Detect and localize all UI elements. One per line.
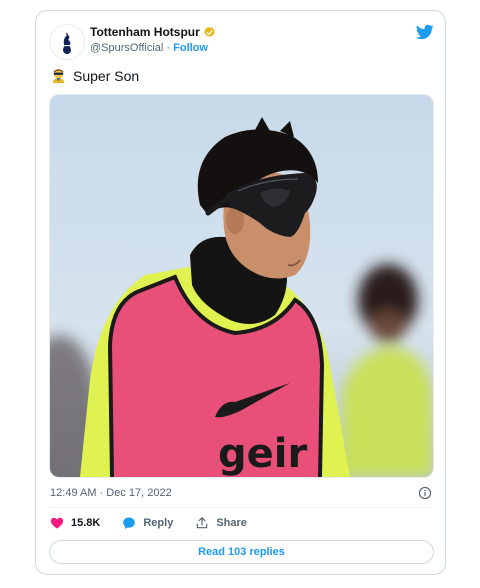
read-replies-label: Read 103 replies <box>198 546 285 558</box>
svg-text:geir: geir <box>218 431 307 477</box>
spurs-crest-icon <box>50 25 84 59</box>
author-name[interactable]: Tottenham Hotspur <box>90 25 200 39</box>
follow-link[interactable]: Follow <box>173 42 208 54</box>
tweet-text: Super Son <box>73 67 140 84</box>
like-button[interactable]: 15.8K <box>50 516 100 530</box>
share-label: Share <box>216 517 247 529</box>
share-button[interactable]: Share <box>195 516 247 530</box>
twitter-bird-icon[interactable] <box>415 23 435 41</box>
tweet-card: Tottenham Hotspur @SpursOfficial · Follo… <box>35 10 446 575</box>
tweet-timestamp[interactable]: 12:49 AM · Dec 17, 2022 <box>50 487 172 499</box>
info-icon[interactable] <box>418 486 432 500</box>
tweet-actions: 15.8K Reply Share <box>50 516 269 530</box>
verified-badge-icon <box>204 26 215 37</box>
author-handle[interactable]: @SpursOfficial <box>90 42 163 54</box>
heart-icon <box>50 517 64 529</box>
read-replies-button[interactable]: Read 103 replies <box>49 540 434 564</box>
player-photo-image: geir <box>50 95 433 477</box>
tweet-photo[interactable]: geir <box>49 94 434 478</box>
author-name-row: Tottenham Hotspur <box>90 25 216 39</box>
share-upload-icon <box>197 517 208 529</box>
divider <box>49 507 432 508</box>
tweet-text-row: Super Son <box>50 67 139 84</box>
author-avatar[interactable] <box>49 24 85 60</box>
like-count: 15.8K <box>71 517 101 529</box>
superhero-emoji-icon <box>52 69 65 84</box>
reply-button[interactable]: Reply <box>122 516 173 530</box>
reply-label: Reply <box>143 517 174 529</box>
author-handle-row: @SpursOfficial · Follow <box>90 42 208 54</box>
reply-bubble-icon <box>123 517 136 529</box>
